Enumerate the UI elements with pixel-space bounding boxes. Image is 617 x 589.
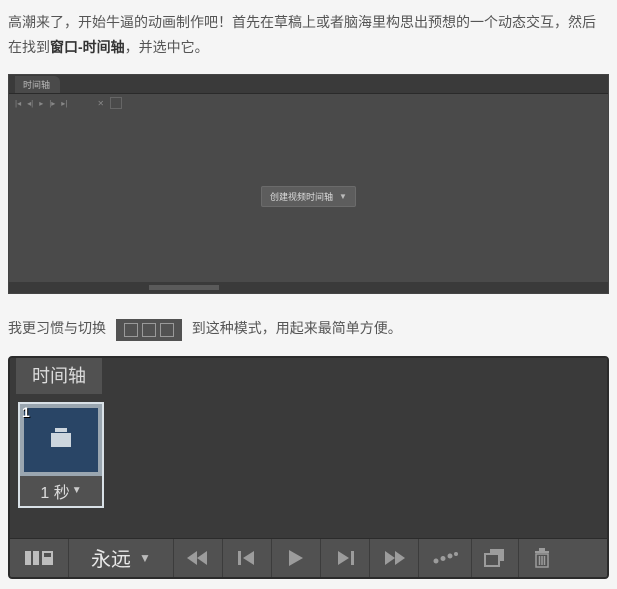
first-frame-button[interactable]: [174, 539, 223, 577]
frame-thumbnail[interactable]: 1 1 秒▼: [18, 402, 104, 508]
panel2-tab-timeline[interactable]: 时间轴: [16, 356, 102, 394]
mute-icon[interactable]: ✕: [97, 99, 104, 108]
panel2-body: 1 1 秒▼: [10, 394, 607, 538]
scrollbar[interactable]: [149, 285, 219, 290]
next-frame-icon[interactable]: |▸: [49, 99, 55, 108]
frame-preview: [24, 408, 98, 472]
convert-mode-button[interactable]: [10, 539, 69, 577]
chevron-down-icon: ▼: [139, 551, 151, 565]
frame-delay-label: 1 秒: [40, 479, 69, 503]
mode-text-pre: 我更习惯与切换: [8, 320, 106, 336]
play-button[interactable]: [272, 539, 321, 577]
panel1-tab-timeline[interactable]: 时间轴: [15, 76, 60, 93]
panel2-controls: 永远 ▼: [10, 538, 607, 577]
intro-paragraph: 高潮来了，开始牛逼的动画制作吧！首先在草稿上或者脑海里构思出预想的一个动态交互，…: [8, 10, 609, 60]
layer-icon: [51, 433, 71, 447]
loop-label: 永远: [91, 543, 131, 572]
frame-delay[interactable]: 1 秒▼: [20, 476, 102, 506]
panel1-tabrow: 时间轴: [9, 75, 608, 94]
delete-frame-button[interactable]: [519, 539, 565, 577]
panel1-toolbar: |◂ ◂| ▸ |▸ ▸| ✕: [9, 94, 608, 112]
last-frame-icon[interactable]: ▸|: [61, 99, 67, 108]
prev-frame-icon[interactable]: ◂|: [27, 99, 33, 108]
intro-text-post: ，并选中它。: [125, 39, 209, 55]
panel1-footer: [9, 282, 608, 293]
next-frame-button[interactable]: [321, 539, 370, 577]
dropdown-caret-icon[interactable]: ▼: [339, 192, 347, 201]
intro-text-bold: 窗口-时间轴: [50, 39, 125, 55]
frame-number: 1: [22, 404, 30, 420]
tween-button[interactable]: [419, 539, 472, 577]
prev-frame-button[interactable]: [223, 539, 272, 577]
first-frame-icon[interactable]: |◂: [15, 99, 21, 108]
option-square-icon[interactable]: [110, 97, 122, 109]
panel2-tabrow: 时间轴: [10, 358, 607, 394]
mode-paragraph: 我更习惯与切换 到这种模式，用起来最简单方便。: [8, 316, 609, 341]
mode-text-post: 到这种模式，用起来最简单方便。: [192, 320, 402, 336]
mode-toggle-icon-group: [116, 319, 182, 341]
play-icon[interactable]: ▸: [39, 99, 43, 108]
panel1-body: 创建视频时间轴 ▼: [9, 111, 608, 282]
duplicate-frame-button[interactable]: [472, 539, 519, 577]
mode-square-icon[interactable]: [160, 323, 174, 337]
loop-selector[interactable]: 永远 ▼: [69, 539, 174, 577]
mode-square-icon[interactable]: [124, 323, 138, 337]
chevron-down-icon: ▼: [72, 485, 82, 496]
timeline-panel-video-mode: 时间轴 |◂ ◂| ▸ |▸ ▸| ✕ 创建视频时间轴 ▼: [8, 74, 609, 294]
create-video-timeline-button[interactable]: 创建视频时间轴 ▼: [261, 186, 356, 207]
last-frame-button[interactable]: [370, 539, 419, 577]
mode-square-icon[interactable]: [142, 323, 156, 337]
timeline-panel-frame-mode: 时间轴 1 1 秒▼ 永远 ▼: [8, 356, 609, 579]
create-video-timeline-label: 创建视频时间轴: [270, 190, 333, 203]
